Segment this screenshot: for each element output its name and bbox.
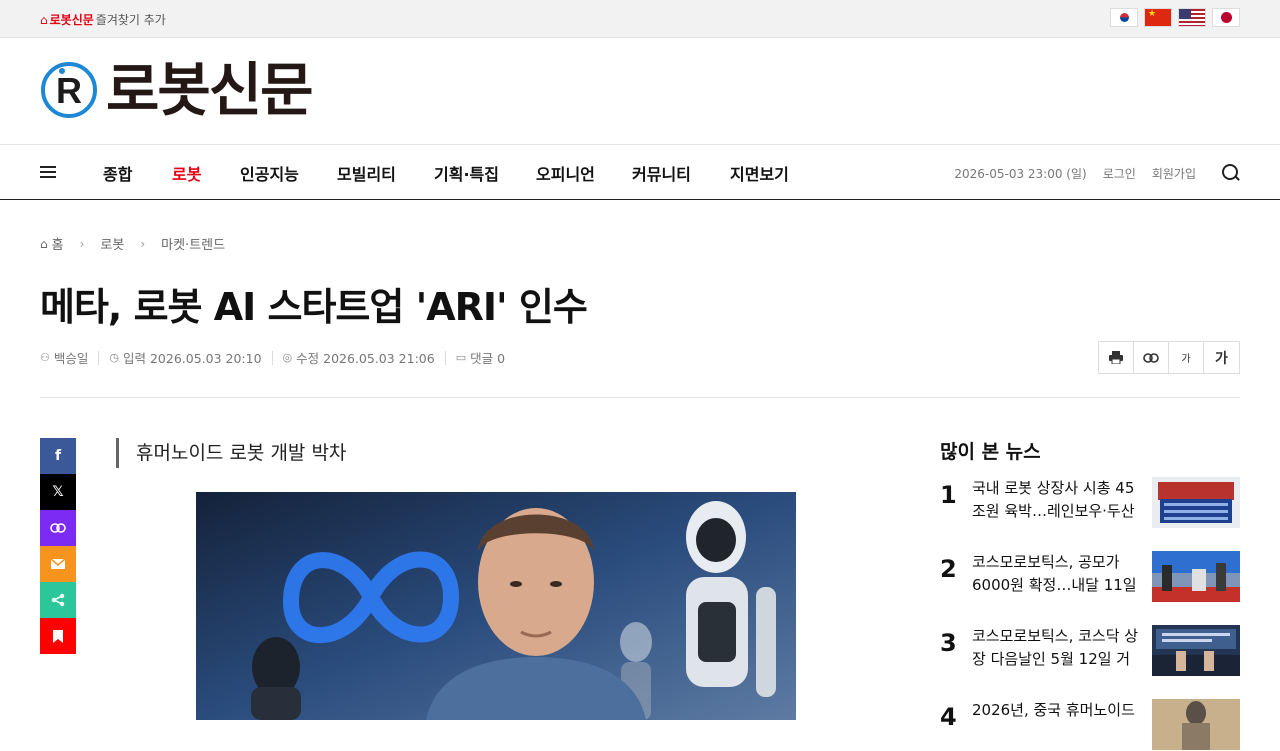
- share-bar: f 𝕏: [40, 438, 76, 654]
- divider: [271, 350, 273, 365]
- nav-item-opinion[interactable]: 오피니언: [536, 161, 632, 185]
- bookmark-label: 즐겨찾기 추가: [95, 13, 166, 27]
- link-share-icon[interactable]: [40, 510, 76, 546]
- modified-date-text: 수정 2026.05.03 21:06: [296, 351, 435, 366]
- check-circle-icon: ◎: [282, 351, 293, 364]
- breadcrumb-section[interactable]: 로봇: [100, 234, 124, 253]
- breadcrumb: ⌂ 홈 › 로봇 › 마켓·트렌드: [40, 234, 225, 254]
- news-thumbnail[interactable]: [1152, 551, 1240, 602]
- nav-item-mobility[interactable]: 모빌리티: [337, 161, 434, 185]
- news-thumbnail[interactable]: [1152, 477, 1240, 528]
- popular-news-item[interactable]: 1 국내 로봇 상장사 시총 45조원 육박…레인보우·두산 선두: [940, 477, 1240, 529]
- popular-news-item[interactable]: 2 코스모로보틱스, 공모가 6000원 확정…내달 11일 상장: [940, 551, 1240, 603]
- link-icon[interactable]: [1134, 342, 1169, 373]
- site-logo[interactable]: R 로봇신문: [40, 56, 313, 124]
- home-icon: ⌂: [40, 236, 48, 251]
- news-rank: 3: [940, 629, 957, 657]
- comments[interactable]: ▭ 댓글 0: [456, 348, 505, 367]
- author-name: 백승일: [53, 351, 89, 366]
- jp-flag-icon[interactable]: [1212, 8, 1240, 27]
- signup-link[interactable]: 회원가입: [1152, 165, 1196, 182]
- kr-flag-icon[interactable]: [1110, 8, 1138, 27]
- divider: [98, 350, 100, 365]
- current-datetime: 2026-05-03 23:00 (일): [954, 166, 1087, 181]
- chevron-right-icon: ›: [79, 236, 85, 251]
- font-decrease-button[interactable]: 가: [1169, 342, 1204, 373]
- login-link[interactable]: 로그인: [1103, 165, 1136, 182]
- news-rank: 1: [940, 481, 957, 509]
- news-headline[interactable]: 코스모로보틱스, 공모가 6000원 확정…내달 11일 상장: [972, 551, 1140, 597]
- divider: [444, 350, 446, 365]
- person-icon: ⚇: [40, 351, 50, 364]
- news-rank: 4: [940, 703, 957, 731]
- home-icon: ⌂: [40, 12, 48, 27]
- news-headline[interactable]: 국내 로봇 상장사 시총 45조원 육박…레인보우·두산 선두: [972, 477, 1140, 523]
- share-icon[interactable]: [40, 582, 76, 618]
- news-headline[interactable]: 코스모로보틱스, 코스닥 상장 다음날인 5월 12일 거래: [972, 625, 1140, 671]
- news-headline[interactable]: 2026년, 중국 휴머노이드: [972, 699, 1140, 745]
- input-date: ◷ 입력 2026.05.03 20:10: [109, 348, 261, 367]
- comments-count: 댓글 0: [470, 351, 506, 366]
- nav-items: 종합 로봇 인공지능 모빌리티 기획·특집 오피니언 커뮤니티 지면보기: [103, 145, 789, 201]
- print-icon[interactable]: [1099, 342, 1134, 373]
- article-subtitle: 휴머노이드 로봇 개발 박차: [116, 438, 346, 468]
- article-title: 메타, 로봇 AI 스타트업 'ARI' 인수: [40, 285, 588, 329]
- us-flag-icon[interactable]: [1178, 8, 1206, 27]
- logo-r-icon: R: [41, 62, 97, 118]
- divider: [40, 397, 1240, 398]
- email-share-icon[interactable]: [40, 546, 76, 582]
- news-rank: 2: [940, 555, 957, 583]
- nav-right: 2026-05-03 23:00 (일) 로그인 회원가입: [954, 145, 1240, 201]
- comment-icon: ▭: [455, 351, 467, 364]
- nav-item-robot[interactable]: 로봇: [172, 161, 240, 185]
- clock-icon: ◷: [109, 351, 119, 364]
- news-thumbnail[interactable]: [1152, 625, 1240, 676]
- bookmark-brand: 로봇신문: [49, 13, 94, 27]
- input-date-text: 입력 2026.05.03 20:10: [123, 351, 262, 366]
- article-photo: [196, 492, 796, 720]
- chevron-right-icon: ›: [140, 236, 146, 251]
- logo-text: 로봇신문: [106, 56, 313, 124]
- nav-item-general[interactable]: 종합: [103, 161, 172, 185]
- popular-news-item[interactable]: 3 코스모로보틱스, 코스닥 상장 다음날인 5월 12일 거래: [940, 625, 1240, 677]
- bookmark-icon[interactable]: [40, 618, 76, 654]
- news-thumbnail[interactable]: [1152, 699, 1240, 750]
- svg-text:R: R: [56, 70, 82, 111]
- search-icon[interactable]: [1222, 164, 1240, 182]
- modified-date: ◎ 수정 2026.05.03 21:06: [283, 348, 435, 367]
- popular-news-item[interactable]: 4 2026년, 중국 휴머노이드: [940, 699, 1240, 751]
- top-bar: ⌂ 로봇신문 즐겨찾기 추가: [0, 0, 1280, 38]
- breadcrumb-subsection[interactable]: 마켓·트렌드: [161, 234, 225, 253]
- popular-news-title: 많이 본 뉴스: [940, 441, 1041, 463]
- cn-flag-icon[interactable]: [1144, 8, 1172, 27]
- x-share-button[interactable]: 𝕏: [40, 474, 76, 510]
- article-tools: 가 가: [1098, 341, 1240, 374]
- nav-item-ai[interactable]: 인공지능: [240, 161, 337, 185]
- nav-item-paper[interactable]: 지면보기: [730, 161, 789, 185]
- nav-item-community[interactable]: 커뮤니티: [632, 161, 730, 185]
- bookmark-add-link[interactable]: ⌂ 로봇신문 즐겨찾기 추가: [40, 11, 166, 28]
- author: ⚇ 백승일: [40, 348, 88, 367]
- breadcrumb-home[interactable]: 홈: [52, 234, 64, 253]
- language-flags: [1110, 8, 1240, 27]
- hamburger-menu-icon[interactable]: [40, 163, 60, 181]
- article-meta: ⚇ 백승일 ◷ 입력 2026.05.03 20:10 ◎ 수정 2026.05…: [40, 348, 505, 367]
- nav-item-feature[interactable]: 기획·특집: [434, 161, 536, 185]
- font-increase-button[interactable]: 가: [1204, 342, 1239, 373]
- main-nav: 종합 로봇 인공지능 모빌리티 기획·특집 오피니언 커뮤니티 지면보기 202…: [0, 144, 1280, 200]
- facebook-share-button[interactable]: f: [40, 438, 76, 474]
